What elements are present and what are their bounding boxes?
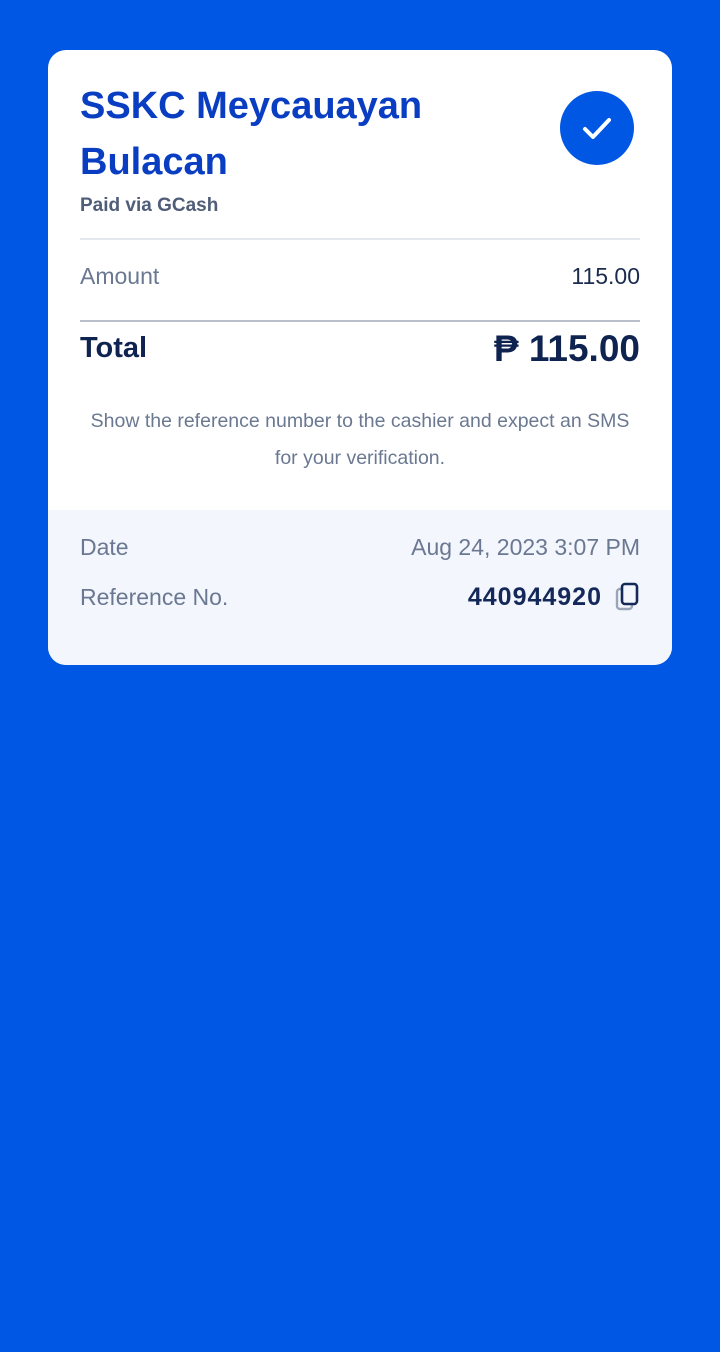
transaction-details: Date Aug 24, 2023 3:07 PM Reference No. …: [48, 510, 672, 665]
receipt-card: SSKC Meycauayan Bulacan Paid via GCash A…: [48, 50, 672, 665]
merchant-name: SSKC Meycauayan Bulacan: [80, 85, 423, 183]
date-label: Date: [80, 534, 129, 560]
divider: [80, 238, 640, 240]
amount-label: Amount: [80, 263, 160, 289]
reference-label: Reference No.: [80, 584, 229, 610]
amount-value: 115.00: [571, 263, 640, 289]
reference-number[interactable]: 440944920: [468, 583, 602, 612]
copy-icon[interactable]: [614, 581, 640, 613]
date-value: Aug 24, 2023 3:07 PM: [411, 534, 640, 560]
total-value: ₱ 115.00: [493, 328, 640, 369]
total-label: Total: [80, 332, 148, 364]
payment-method: Paid via GCash: [80, 195, 219, 216]
success-badge: [560, 91, 634, 165]
reference-row: 440944920: [468, 581, 640, 613]
screen: { "receipt": { "merchant": "SSKC Meycaua…: [0, 0, 720, 1352]
check-icon: [583, 118, 611, 139]
cashier-note: Show the reference number to the cashier…: [90, 410, 630, 469]
total-divider: [80, 320, 640, 322]
